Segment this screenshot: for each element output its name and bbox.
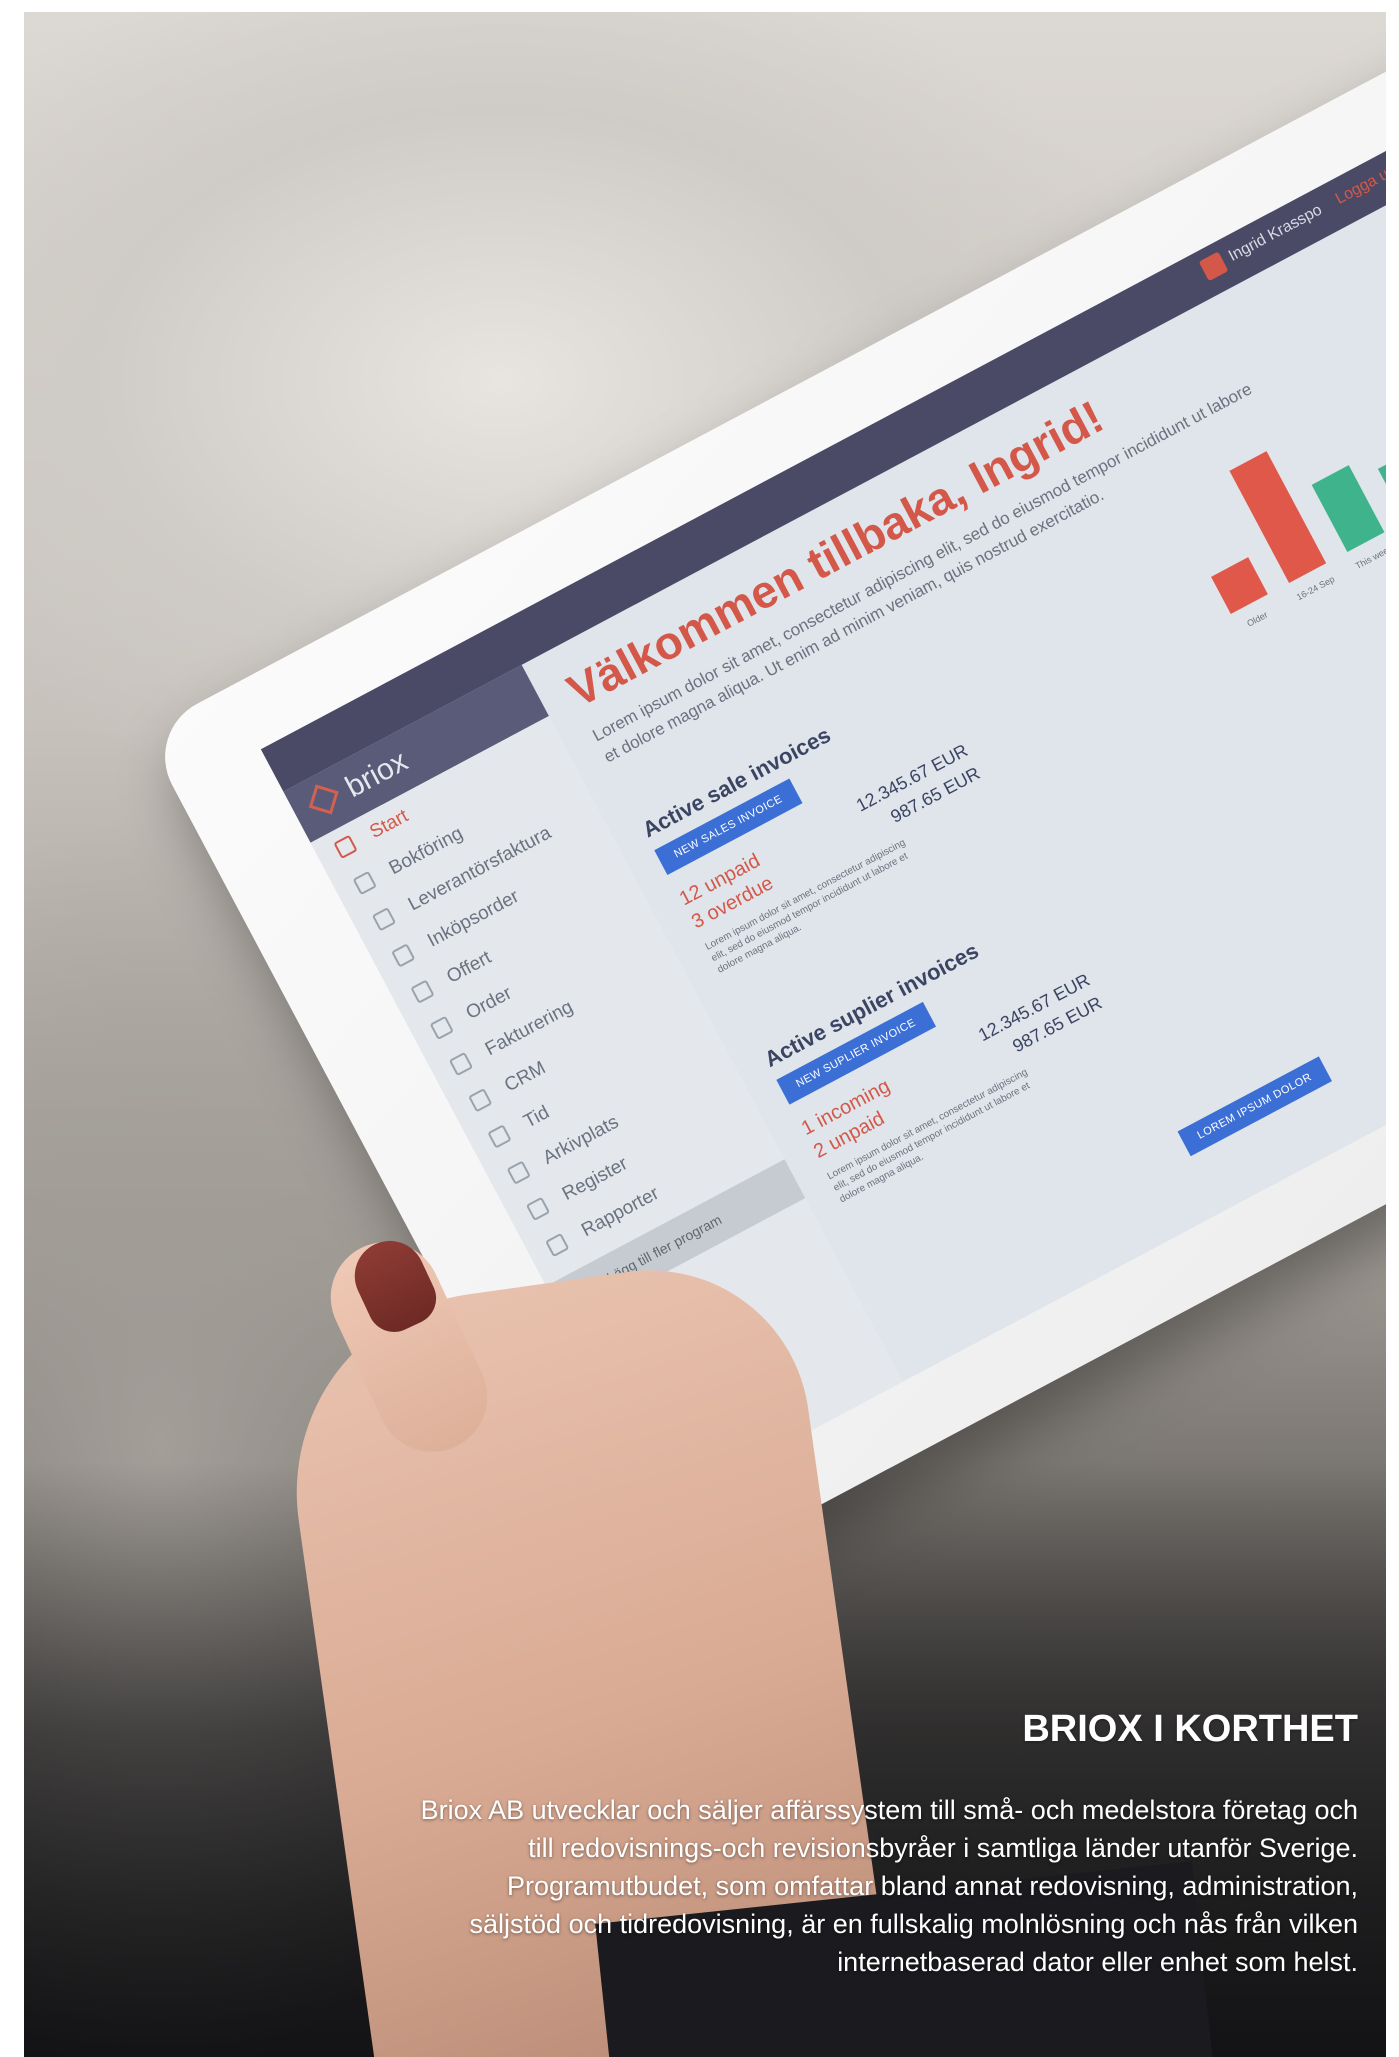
report-icon [545, 1232, 570, 1258]
lorem-ipsum-button[interactable]: LOREM IPSUM DOLOR [1177, 1056, 1332, 1157]
caption-body: Briox AB utvecklar och säljer affärssyst… [178, 1791, 1358, 1981]
chart-bar [1377, 448, 1386, 522]
caption-line: Briox AB utvecklar och säljer affärssyst… [420, 1795, 1358, 1825]
caption-line: Programutbudet, som omfattar bland annat… [507, 1871, 1358, 1901]
sidebar-item-label: Tid [520, 1101, 553, 1133]
edit-icon [391, 943, 416, 968]
list-icon [525, 1196, 551, 1222]
caption-line: säljstöd och tidredovisning, är en fulls… [469, 1909, 1358, 1939]
supplier-amounts: 12.345.67 EUR 987.65 EUR [974, 967, 1107, 1071]
sales-amounts: 12.345.67 EUR 987.65 EUR [852, 737, 985, 841]
invoice-icon [448, 1051, 474, 1077]
person-icon [468, 1088, 493, 1113]
home-icon [333, 834, 358, 860]
ledger-icon [352, 870, 377, 896]
clock-icon [487, 1124, 512, 1149]
caption-title: BRIOX I KORTHET [1022, 1708, 1358, 1750]
caption-line: internetbaserad dator eller enhet som he… [837, 1947, 1358, 1977]
mail-icon [429, 1015, 454, 1041]
envelope-icon [371, 907, 397, 932]
avatar-icon [1198, 251, 1229, 282]
document-icon [410, 979, 435, 1004]
chart-bar [1210, 556, 1268, 614]
caption-line: till redovisnings-och revisionsbyråer i … [528, 1833, 1358, 1863]
sidebar-item-label: Start [366, 805, 412, 843]
briox-logo-icon [308, 784, 339, 815]
archive-icon [506, 1160, 531, 1185]
chart-bar [1311, 464, 1385, 552]
supplier-bar-chart: Older16-24 Sep [1312, 570, 1386, 961]
